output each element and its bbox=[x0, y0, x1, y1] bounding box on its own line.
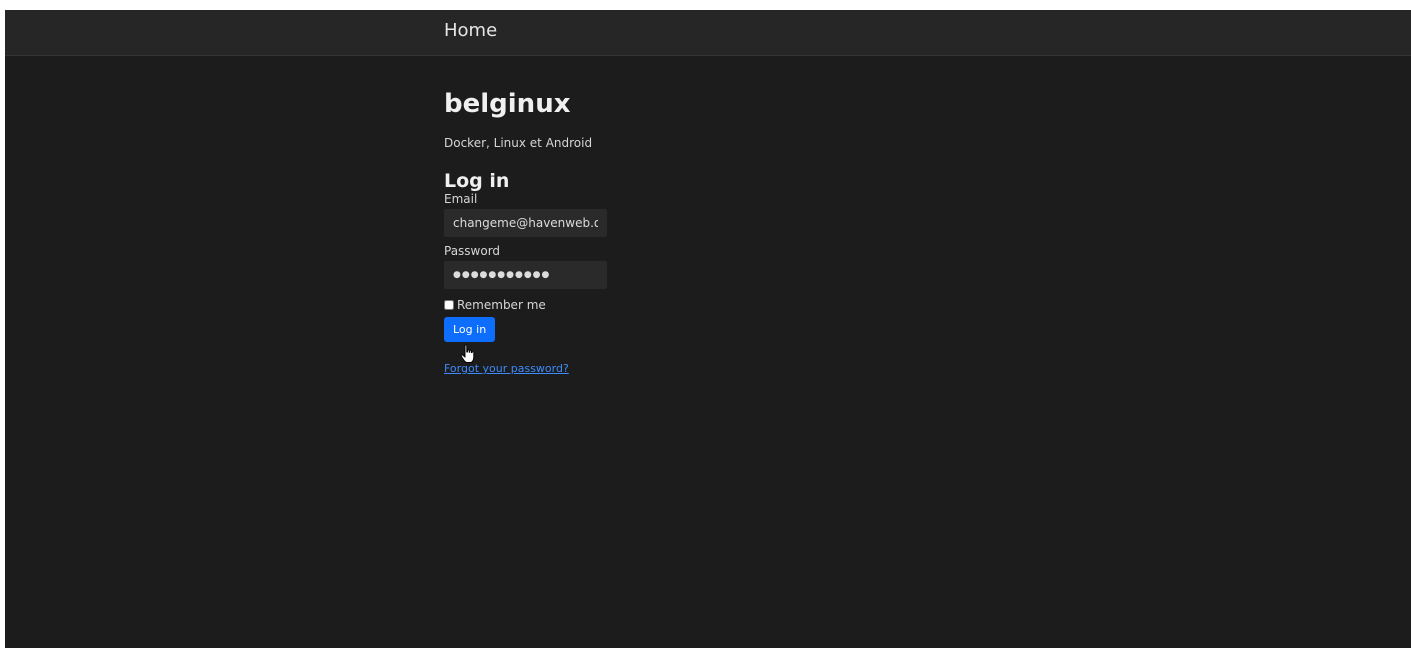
password-label: Password bbox=[444, 244, 501, 258]
remember-me-label: Remember me bbox=[457, 297, 546, 312]
top-navbar: Home bbox=[5, 10, 1411, 56]
email-field[interactable] bbox=[444, 209, 607, 237]
main-content: belginux Docker, Linux et Android Log in… bbox=[444, 88, 1044, 376]
remember-me-row: Remember me bbox=[444, 297, 1044, 312]
login-form: Log in Email Password Remember me Log in… bbox=[444, 170, 1044, 376]
login-button[interactable]: Log in bbox=[444, 317, 496, 342]
site-description: Docker, Linux et Android bbox=[444, 136, 593, 150]
login-heading: Log in bbox=[444, 170, 510, 192]
forgot-password-link[interactable]: Forgot your password? bbox=[444, 362, 569, 376]
hand-pointer-icon bbox=[460, 344, 475, 363]
remember-me-checkbox[interactable] bbox=[444, 299, 454, 310]
site-title: belginux bbox=[444, 89, 571, 119]
browser-viewport: Home belginux Docker, Linux et Android L… bbox=[5, 10, 1411, 648]
nav-home-link[interactable]: Home bbox=[444, 20, 497, 42]
password-field[interactable] bbox=[444, 261, 607, 289]
email-label: Email bbox=[444, 192, 478, 206]
